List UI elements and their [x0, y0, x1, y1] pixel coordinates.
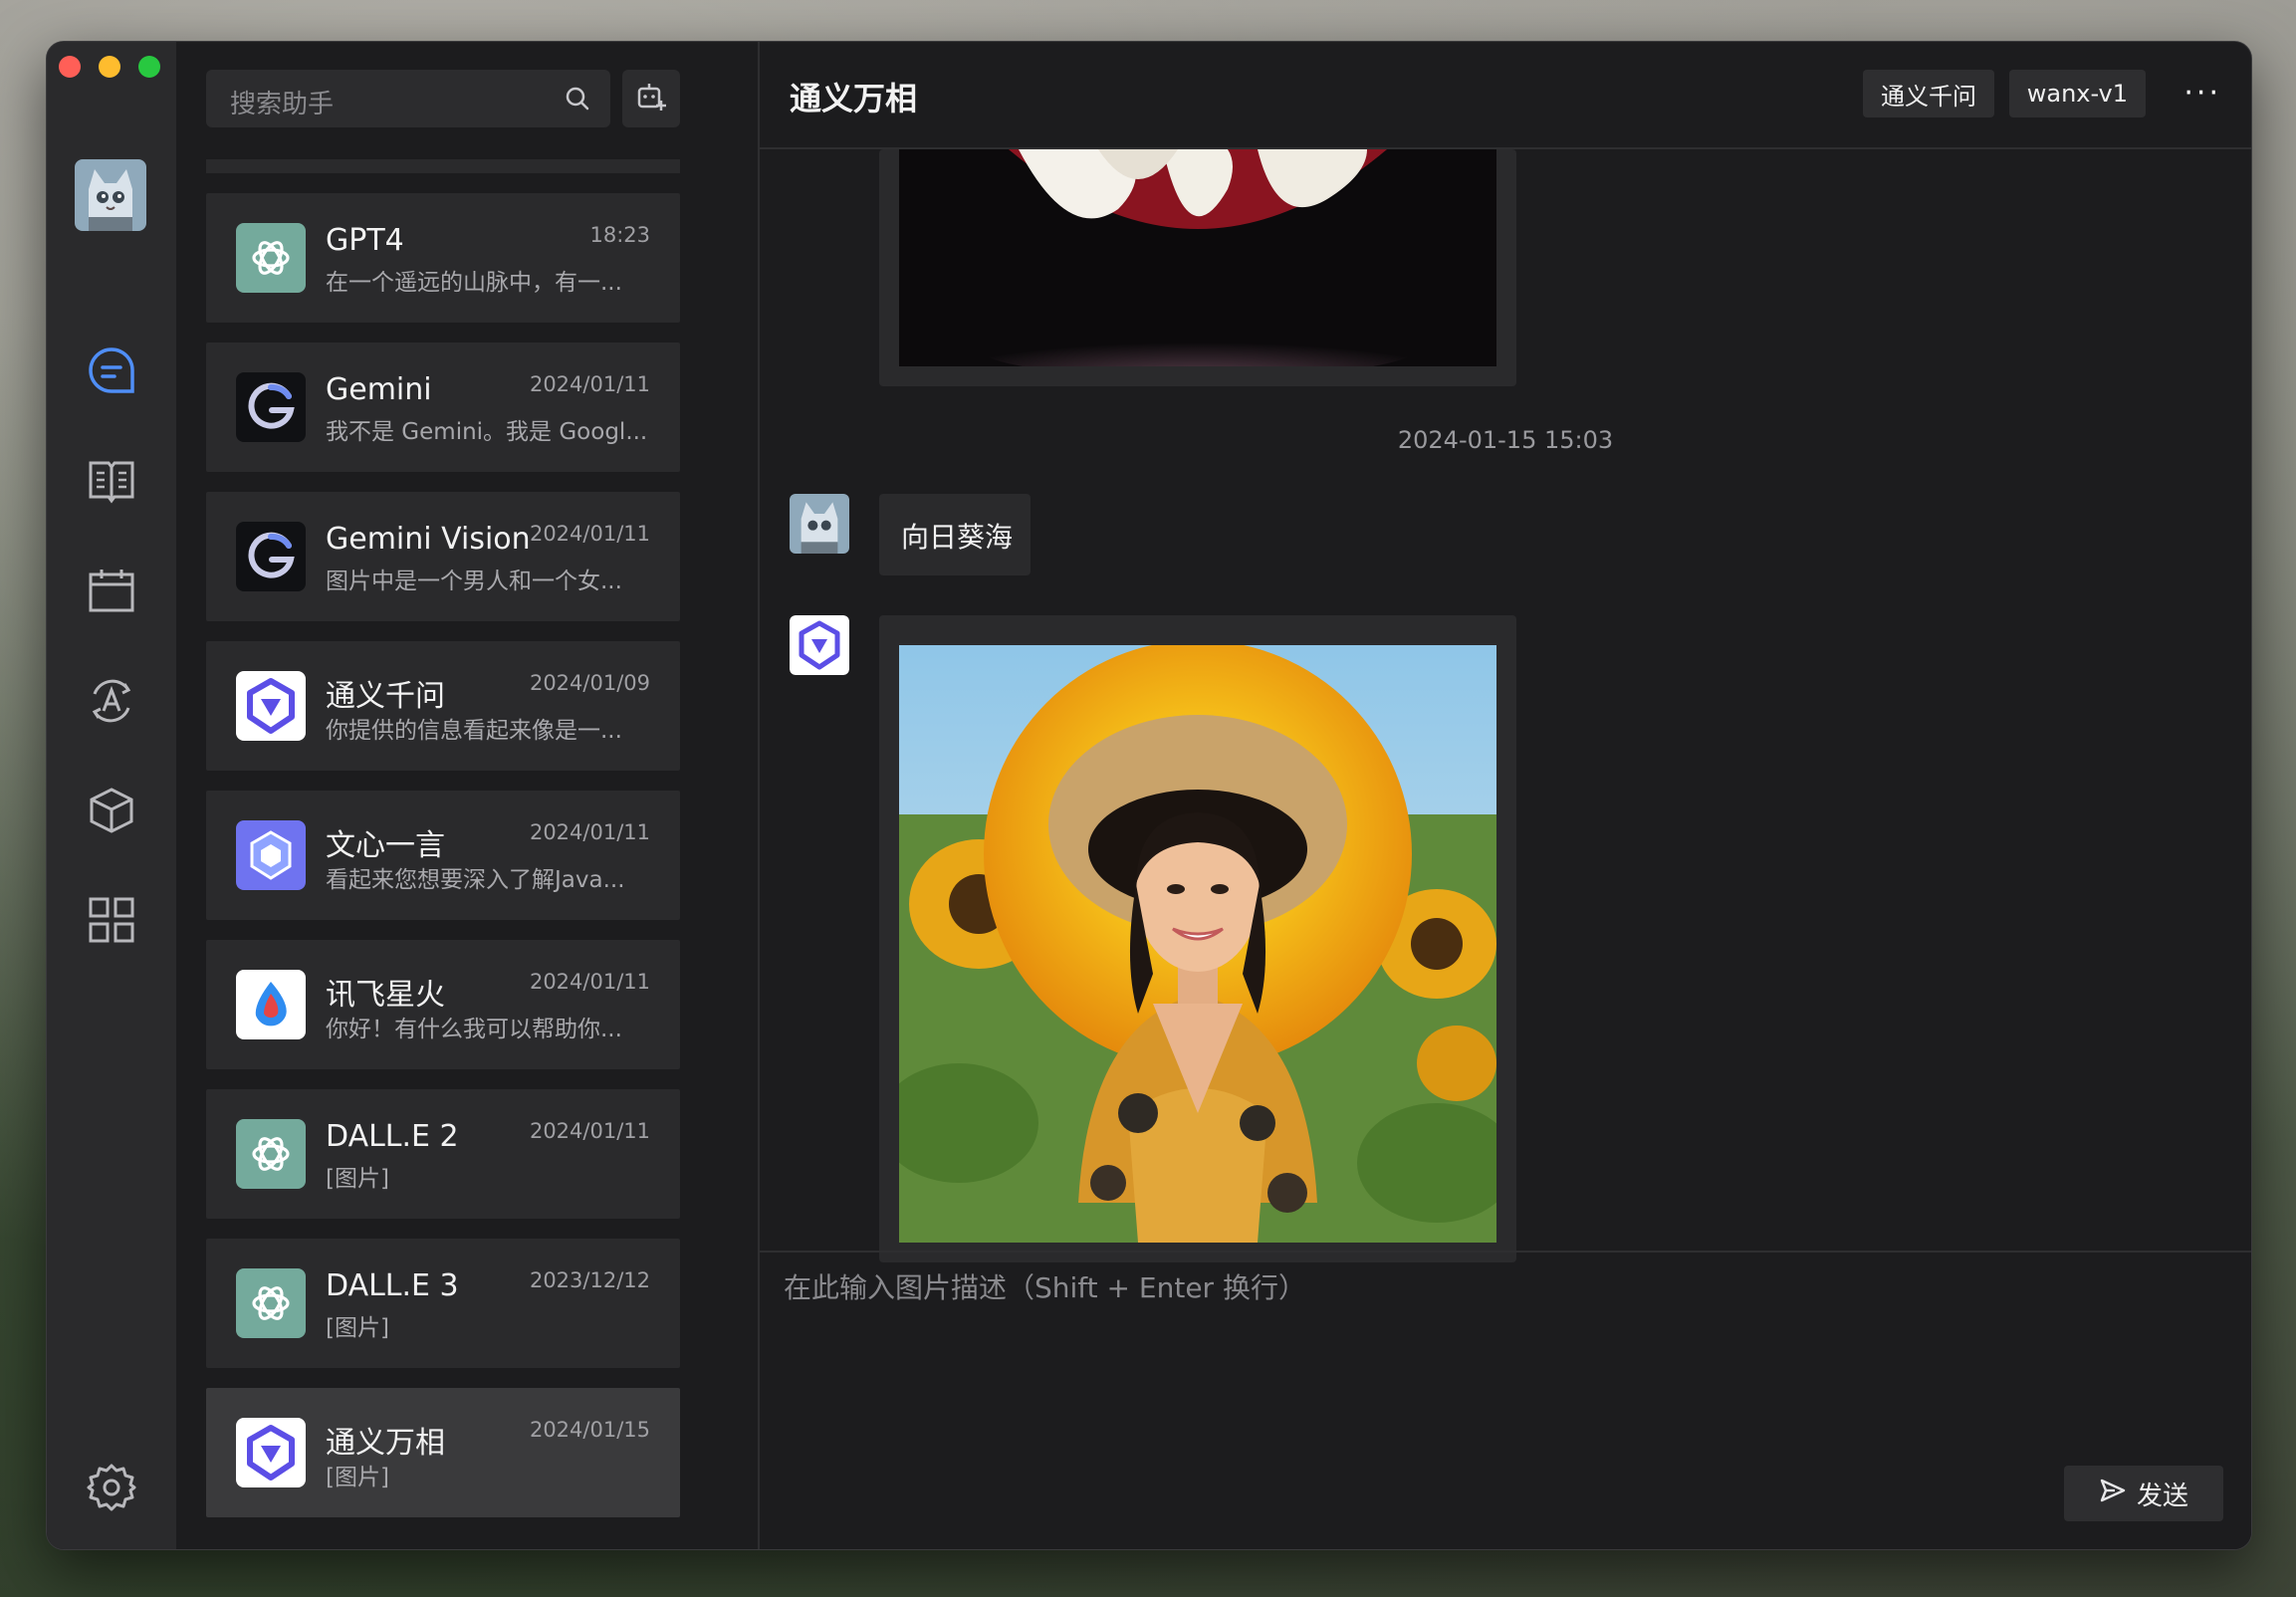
chat-icon[interactable] [84, 342, 139, 398]
assistant-list-item[interactable]: 通义万相 2024/01/15 [图片] [206, 1388, 680, 1517]
assistant-list-item[interactable]: 通义千问 2024/01/09 你提供的信息看起来像是一... [206, 641, 680, 771]
calendar-icon[interactable] [84, 564, 139, 619]
image-message-bubble [879, 149, 1516, 386]
book-icon[interactable] [84, 452, 139, 508]
app-window: 搜索助手 GPT4 18:23 在一个遥远的山脉中，有一... Gemini 2024/… [46, 41, 2252, 1550]
close-window-button[interactable] [59, 56, 81, 78]
search-icon[interactable] [565, 86, 590, 115]
list-item-partial [206, 159, 680, 173]
generated-image-strawberry[interactable] [899, 149, 1496, 366]
openai-logo-icon [236, 1268, 306, 1338]
user-message-bubble: 向日葵海 [879, 494, 1031, 575]
assistant-name: Gemini Vision [326, 522, 531, 557]
model-tag[interactable]: wanx-v1 [2008, 70, 2146, 117]
last-message-preview: 我不是 Gemini。我是 Googl... [326, 419, 648, 445]
last-message-preview: 在一个遥远的山脉中，有一... [326, 270, 622, 296]
assistant-list-panel: 搜索助手 GPT4 18:23 在一个遥远的山脉中，有一... Gemini 2024/… [176, 42, 760, 1549]
nav-rail [47, 42, 176, 1549]
tongyi-logo-icon [236, 671, 306, 741]
last-message-date: 2024/01/15 [529, 1418, 650, 1442]
apps-grid-icon[interactable] [84, 892, 139, 948]
translate-icon[interactable] [84, 673, 139, 729]
user-avatar[interactable] [75, 159, 146, 231]
last-message-date: 2024/01/11 [529, 522, 650, 546]
last-message-date: 18:23 [589, 223, 650, 247]
assistant-list-item[interactable]: Gemini 2024/01/11 我不是 Gemini。我是 Googl... [206, 342, 680, 472]
google-logo-icon [236, 522, 306, 591]
prompt-input[interactable]: 在此输入图片描述（Shift + Enter 换行） [784, 1266, 1306, 1306]
add-assistant-button[interactable] [622, 70, 680, 127]
send-button[interactable]: 发送 [2064, 1466, 2223, 1521]
assistant-list-item[interactable]: GPT4 18:23 在一个遥远的山脉中，有一... [206, 193, 680, 323]
chat-header: 通义万相 通义千问 wanx-v1 ··· [760, 42, 2251, 149]
message-timestamp: 2024-01-15 15:03 [1397, 426, 1614, 454]
last-message-date: 2024/01/09 [529, 671, 650, 695]
last-message-date: 2023/12/12 [529, 1268, 650, 1292]
assistant-list-item[interactable]: 文心一言 2024/01/11 看起来您想要深入了解Java... [206, 791, 680, 920]
assistant-name: 讯飞星火 [326, 978, 445, 1013]
tongyi-logo-icon [236, 1418, 306, 1487]
last-message-date: 2024/01/11 [529, 1119, 650, 1143]
wenxin-logo-icon [236, 820, 306, 890]
last-message-preview: [图片] [326, 1465, 389, 1490]
settings-gear-icon[interactable] [84, 1460, 139, 1515]
assistant-name: DALL.E 3 [326, 1268, 459, 1303]
last-message-preview: [图片] [326, 1166, 389, 1192]
send-icon [2099, 1477, 2127, 1511]
spark-logo-icon [236, 970, 306, 1039]
openai-logo-icon [236, 1119, 306, 1189]
last-message-preview: 看起来您想要深入了解Java... [326, 867, 625, 893]
assistant-list-item[interactable]: DALL.E 2 2024/01/11 [图片] [206, 1089, 680, 1219]
last-message-preview: 图片中是一个男人和一个女... [326, 569, 622, 594]
more-options-button[interactable]: ··· [2183, 76, 2221, 111]
last-message-date: 2024/01/11 [529, 970, 650, 994]
last-message-date: 2024/01/11 [529, 820, 650, 844]
assistant-name: DALL.E 2 [326, 1119, 459, 1154]
assistant-list-item[interactable]: DALL.E 3 2023/12/12 [图片] [206, 1239, 680, 1368]
search-input[interactable]: 搜索助手 [230, 84, 334, 120]
user-message-avatar [790, 494, 849, 554]
send-label: 发送 [2136, 1481, 2188, 1511]
assistant-list-item[interactable]: 讯飞星火 2024/01/11 你好！有什么我可以帮助你... [206, 940, 680, 1069]
message-composer[interactable]: 在此输入图片描述（Shift + Enter 换行） 发送 [760, 1251, 2251, 1549]
assistant-name: 通义万相 [326, 1426, 445, 1461]
assistant-message-avatar [790, 615, 849, 675]
last-message-preview: 你好！有什么我可以帮助你... [326, 1017, 622, 1042]
user-message-text: 向日葵海 [901, 521, 1014, 554]
openai-logo-icon [236, 223, 306, 293]
assistant-image-bubble [879, 615, 1516, 1262]
chat-title: 通义万相 [790, 80, 918, 117]
generated-image-sunflower[interactable] [899, 645, 1496, 1243]
assistant-name: 通义千问 [326, 679, 445, 714]
last-message-date: 2024/01/11 [529, 372, 650, 396]
google-logo-icon [236, 372, 306, 442]
provider-tag[interactable]: 通义千问 [1863, 70, 1994, 117]
chat-panel: 通义万相 通义千问 wanx-v1 ··· 2024-01-15 15:03 向… [760, 42, 2251, 1549]
last-message-preview: [图片] [326, 1315, 389, 1341]
maximize-window-button[interactable] [138, 56, 160, 78]
minimize-window-button[interactable] [99, 56, 120, 78]
assistant-name: GPT4 [326, 223, 404, 258]
last-message-preview: 你提供的信息看起来像是一... [326, 718, 622, 744]
assistant-name: 文心一言 [326, 828, 445, 863]
add-bot-icon [635, 81, 667, 116]
assistant-list-item[interactable]: Gemini Vision 2024/01/11 图片中是一个男人和一个女... [206, 492, 680, 621]
cube-icon[interactable] [84, 783, 139, 838]
assistant-name: Gemini [326, 372, 432, 407]
search-box[interactable]: 搜索助手 [206, 70, 610, 127]
